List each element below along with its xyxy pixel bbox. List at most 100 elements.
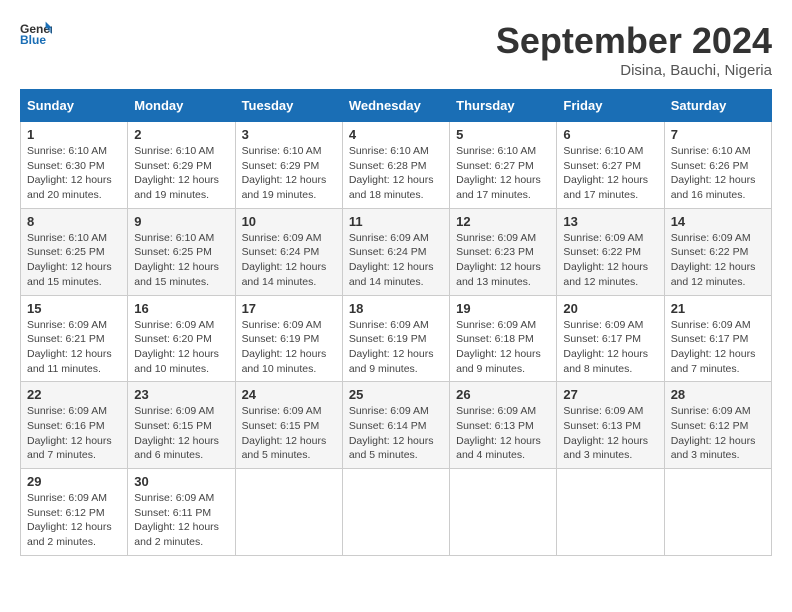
svg-text:Blue: Blue: [20, 33, 46, 47]
calendar-cell: 7Sunrise: 6:10 AM Sunset: 6:26 PM Daylig…: [664, 122, 771, 209]
calendar-cell: 30 Sunrise: 6:09 AM Sunset: 6:11 PM Dayli…: [128, 469, 235, 556]
day-info: Sunrise: 6:09 AM Sunset: 6:15 PM Dayligh…: [134, 404, 228, 463]
day-number: 3: [242, 127, 336, 142]
day-number: 21: [671, 301, 765, 316]
day-number: 16: [134, 301, 228, 316]
day-number: 10: [242, 214, 336, 229]
day-number: 13: [563, 214, 657, 229]
calendar-cell: 21 Sunrise: 6:09 AM Sunset: 6:17 PM Dayli…: [664, 295, 771, 382]
header-monday: Monday: [128, 90, 235, 122]
day-info: Sunrise: 6:09 AM Sunset: 6:16 PM Dayligh…: [27, 404, 121, 463]
header-sunday: Sunday: [21, 90, 128, 122]
day-number: 4: [349, 127, 443, 142]
calendar-cell: 14 Sunrise: 6:09 AM Sunset: 6:22 PM Dayli…: [664, 208, 771, 295]
day-info: Sunrise: 6:09 AM Sunset: 6:19 PM Dayligh…: [242, 318, 336, 377]
day-number: 22: [27, 387, 121, 402]
calendar-cell: 24 Sunrise: 6:09 AM Sunset: 6:15 PM Dayli…: [235, 382, 342, 469]
day-number: 23: [134, 387, 228, 402]
day-info: Sunrise: 6:09 AM Sunset: 6:17 PM Dayligh…: [671, 318, 765, 377]
day-number: 19: [456, 301, 550, 316]
day-info: Sunrise: 6:09 AM Sunset: 6:13 PM Dayligh…: [456, 404, 550, 463]
calendar-cell: 5Sunrise: 6:10 AM Sunset: 6:27 PM Daylig…: [450, 122, 557, 209]
day-number: 18: [349, 301, 443, 316]
day-info: Sunrise: 6:10 AM Sunset: 6:29 PM Dayligh…: [134, 144, 228, 203]
calendar-cell: [450, 469, 557, 556]
day-info: Sunrise: 6:10 AM Sunset: 6:29 PM Dayligh…: [242, 144, 336, 203]
calendar-cell: 28 Sunrise: 6:09 AM Sunset: 6:12 PM Dayli…: [664, 382, 771, 469]
day-number: 8: [27, 214, 121, 229]
calendar-cell: [664, 469, 771, 556]
day-number: 29: [27, 474, 121, 489]
day-info: Sunrise: 6:09 AM Sunset: 6:17 PM Dayligh…: [563, 318, 657, 377]
day-number: 11: [349, 214, 443, 229]
day-info: Sunrise: 6:09 AM Sunset: 6:22 PM Dayligh…: [563, 231, 657, 290]
calendar-cell: 17Sunrise: 6:09 AM Sunset: 6:19 PM Dayli…: [235, 295, 342, 382]
month-title: September 2024: [496, 20, 772, 62]
header-friday: Friday: [557, 90, 664, 122]
day-info: Sunrise: 6:09 AM Sunset: 6:15 PM Dayligh…: [242, 404, 336, 463]
day-number: 30: [134, 474, 228, 489]
calendar-table: SundayMondayTuesdayWednesdayThursdayFrid…: [20, 89, 772, 556]
calendar-body: 1Sunrise: 6:10 AM Sunset: 6:30 PM Daylig…: [21, 122, 772, 556]
day-info: Sunrise: 6:09 AM Sunset: 6:21 PM Dayligh…: [27, 318, 121, 377]
header-wednesday: Wednesday: [342, 90, 449, 122]
day-info: Sunrise: 6:09 AM Sunset: 6:22 PM Dayligh…: [671, 231, 765, 290]
calendar-cell: 4Sunrise: 6:10 AM Sunset: 6:28 PM Daylig…: [342, 122, 449, 209]
calendar-cell: 12 Sunrise: 6:09 AM Sunset: 6:23 PM Dayli…: [450, 208, 557, 295]
calendar-cell: 6 Sunrise: 6:10 AM Sunset: 6:27 PM Daylig…: [557, 122, 664, 209]
day-info: Sunrise: 6:10 AM Sunset: 6:27 PM Dayligh…: [456, 144, 550, 203]
calendar-cell: 29 Sunrise: 6:09 AM Sunset: 6:12 PM Dayli…: [21, 469, 128, 556]
day-info: Sunrise: 6:10 AM Sunset: 6:25 PM Dayligh…: [134, 231, 228, 290]
calendar-week-row: 8 Sunrise: 6:10 AM Sunset: 6:25 PM Daylig…: [21, 208, 772, 295]
day-info: Sunrise: 6:09 AM Sunset: 6:24 PM Dayligh…: [242, 231, 336, 290]
day-number: 24: [242, 387, 336, 402]
day-info: Sunrise: 6:09 AM Sunset: 6:23 PM Dayligh…: [456, 231, 550, 290]
calendar-week-row: 29 Sunrise: 6:09 AM Sunset: 6:12 PM Dayli…: [21, 469, 772, 556]
day-number: 27: [563, 387, 657, 402]
logo-icon: General Blue: [20, 20, 52, 48]
calendar-week-row: 15 Sunrise: 6:09 AM Sunset: 6:21 PM Dayli…: [21, 295, 772, 382]
calendar-week-row: 1Sunrise: 6:10 AM Sunset: 6:30 PM Daylig…: [21, 122, 772, 209]
logo: General Blue: [20, 20, 52, 48]
day-info: Sunrise: 6:09 AM Sunset: 6:24 PM Dayligh…: [349, 231, 443, 290]
calendar-cell: 3 Sunrise: 6:10 AM Sunset: 6:29 PM Daylig…: [235, 122, 342, 209]
calendar-cell: 16 Sunrise: 6:09 AM Sunset: 6:20 PM Dayli…: [128, 295, 235, 382]
day-number: 9: [134, 214, 228, 229]
calendar-cell: 11 Sunrise: 6:09 AM Sunset: 6:24 PM Dayli…: [342, 208, 449, 295]
day-info: Sunrise: 6:10 AM Sunset: 6:27 PM Dayligh…: [563, 144, 657, 203]
day-number: 1: [27, 127, 121, 142]
day-number: 14: [671, 214, 765, 229]
calendar-cell: 10 Sunrise: 6:09 AM Sunset: 6:24 PM Dayli…: [235, 208, 342, 295]
day-number: 20: [563, 301, 657, 316]
calendar-cell: 13 Sunrise: 6:09 AM Sunset: 6:22 PM Dayli…: [557, 208, 664, 295]
title-block: September 2024 Disina, Bauchi, Nigeria: [496, 20, 772, 79]
day-info: Sunrise: 6:09 AM Sunset: 6:18 PM Dayligh…: [456, 318, 550, 377]
calendar-header-row: SundayMondayTuesdayWednesdayThursdayFrid…: [21, 90, 772, 122]
calendar-cell: 1Sunrise: 6:10 AM Sunset: 6:30 PM Daylig…: [21, 122, 128, 209]
calendar-cell: [342, 469, 449, 556]
day-info: Sunrise: 6:09 AM Sunset: 6:12 PM Dayligh…: [671, 404, 765, 463]
day-info: Sunrise: 6:09 AM Sunset: 6:12 PM Dayligh…: [27, 491, 121, 550]
location-subtitle: Disina, Bauchi, Nigeria: [496, 62, 772, 79]
day-number: 28: [671, 387, 765, 402]
calendar-cell: 15 Sunrise: 6:09 AM Sunset: 6:21 PM Dayli…: [21, 295, 128, 382]
calendar-cell: 22 Sunrise: 6:09 AM Sunset: 6:16 PM Dayli…: [21, 382, 128, 469]
header-saturday: Saturday: [664, 90, 771, 122]
day-info: Sunrise: 6:09 AM Sunset: 6:19 PM Dayligh…: [349, 318, 443, 377]
calendar-cell: 19 Sunrise: 6:09 AM Sunset: 6:18 PM Dayli…: [450, 295, 557, 382]
day-number: 25: [349, 387, 443, 402]
day-info: Sunrise: 6:09 AM Sunset: 6:13 PM Dayligh…: [563, 404, 657, 463]
calendar-cell: 2 Sunrise: 6:10 AM Sunset: 6:29 PM Daylig…: [128, 122, 235, 209]
calendar-cell: [557, 469, 664, 556]
day-info: Sunrise: 6:09 AM Sunset: 6:14 PM Dayligh…: [349, 404, 443, 463]
day-number: 2: [134, 127, 228, 142]
day-number: 15: [27, 301, 121, 316]
calendar-cell: 27 Sunrise: 6:09 AM Sunset: 6:13 PM Dayli…: [557, 382, 664, 469]
day-info: Sunrise: 6:09 AM Sunset: 6:11 PM Dayligh…: [134, 491, 228, 550]
day-number: 6: [563, 127, 657, 142]
day-number: 12: [456, 214, 550, 229]
day-number: 26: [456, 387, 550, 402]
day-number: 7: [671, 127, 765, 142]
calendar-week-row: 22 Sunrise: 6:09 AM Sunset: 6:16 PM Dayli…: [21, 382, 772, 469]
day-info: Sunrise: 6:09 AM Sunset: 6:20 PM Dayligh…: [134, 318, 228, 377]
